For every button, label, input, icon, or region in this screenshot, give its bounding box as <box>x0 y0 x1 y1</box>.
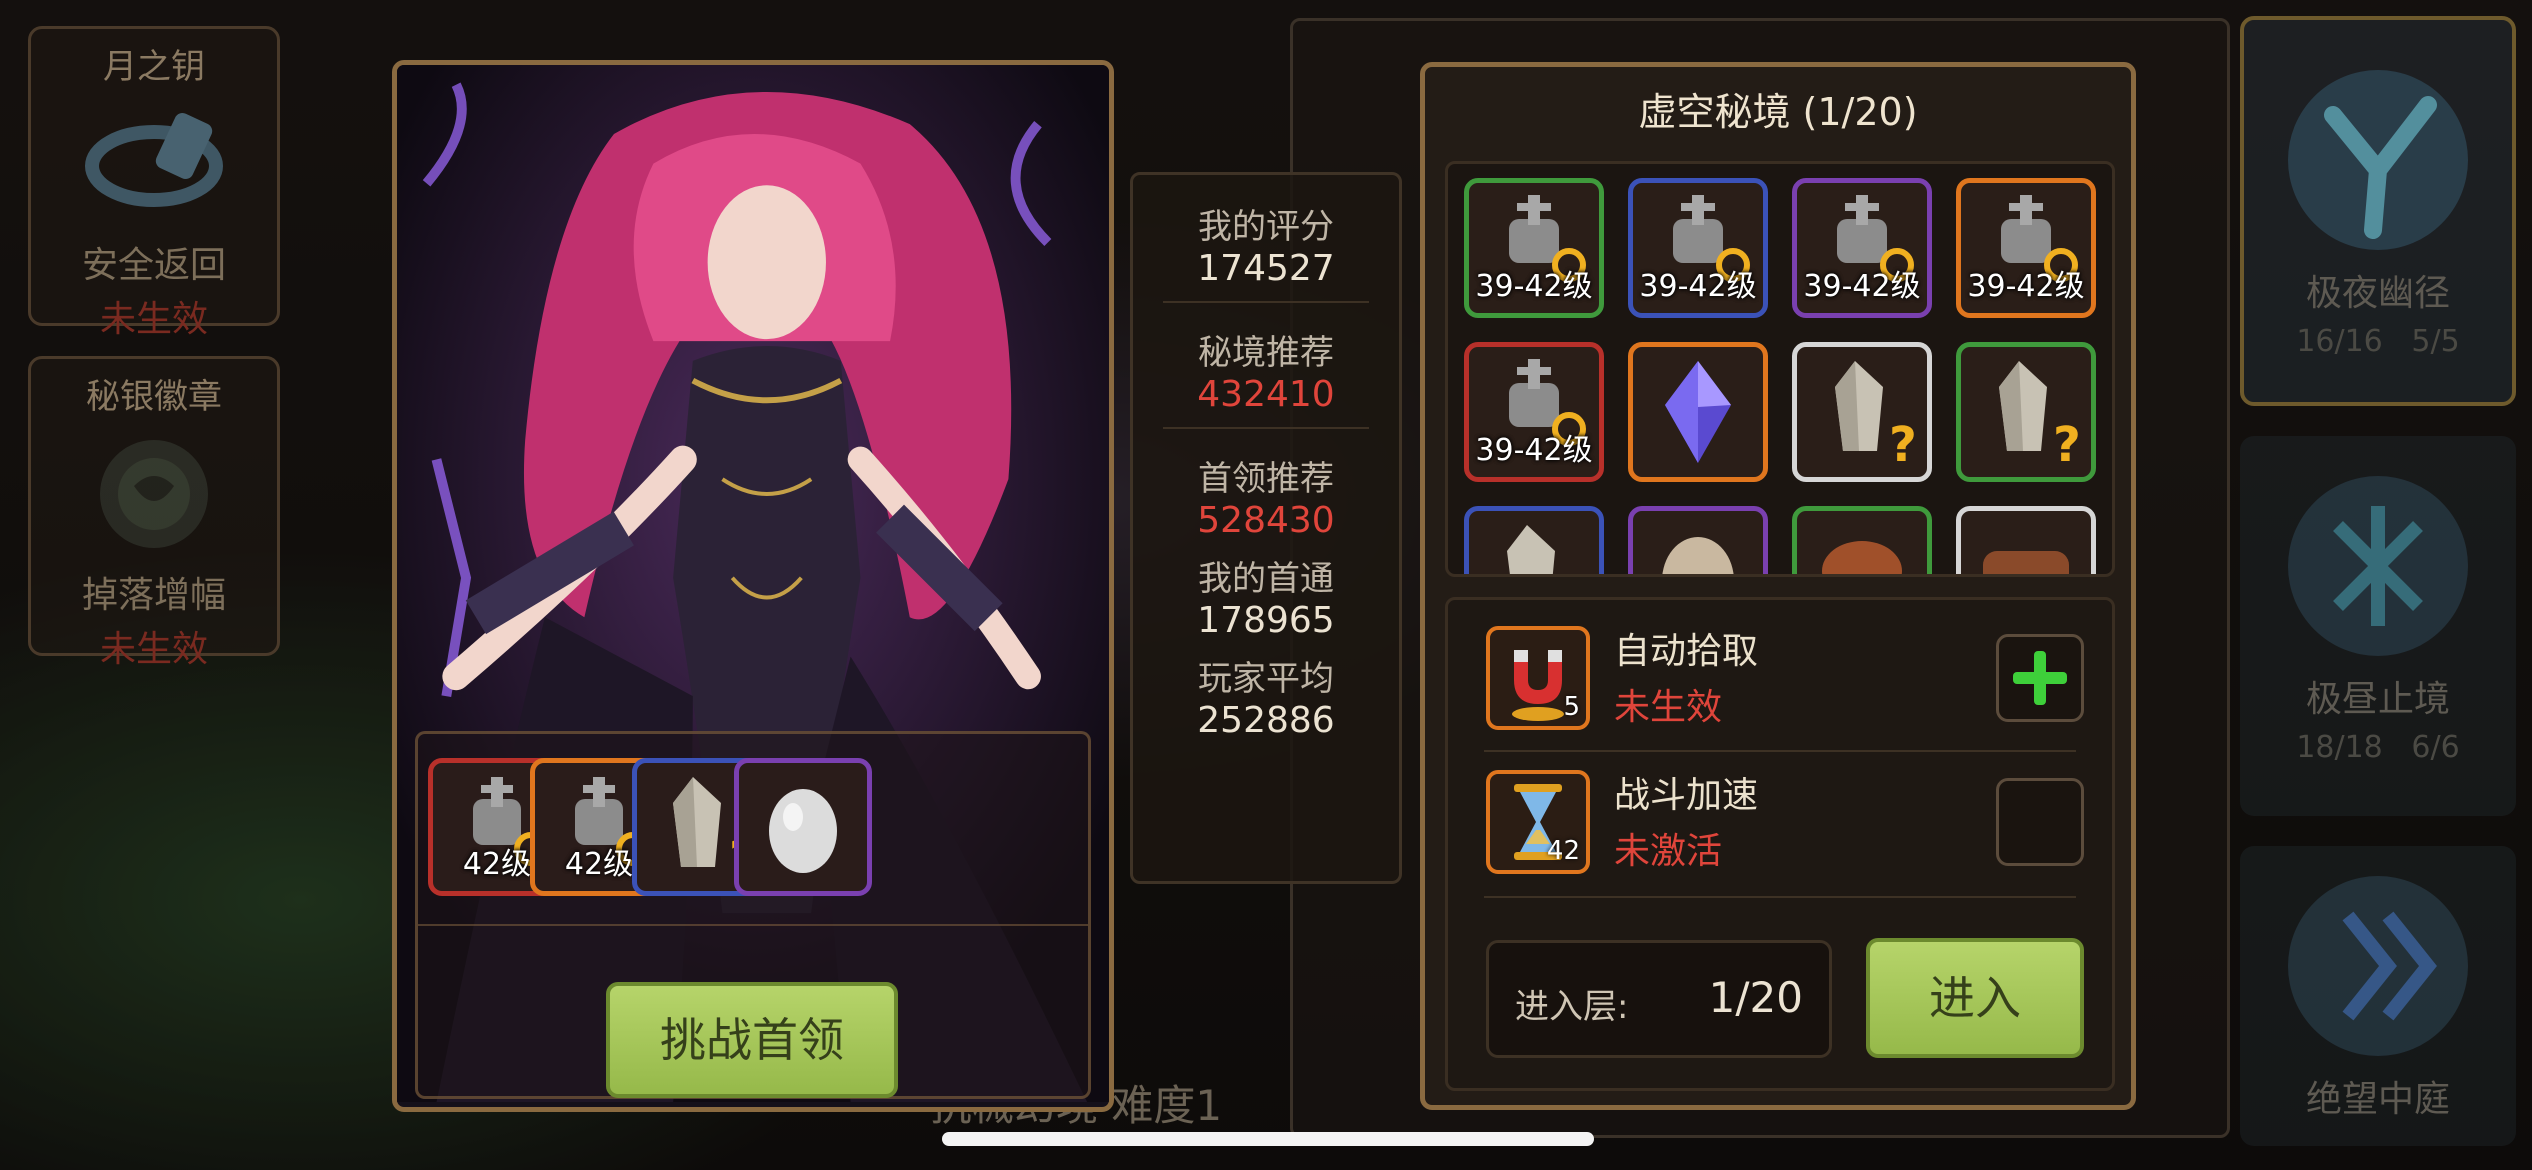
dungeon-card-name: 极夜幽径 <box>2305 273 2450 314</box>
battle-speed-status: 未激活 <box>1614 831 1723 872</box>
dungeon-card-stats: 16/16 5/5 <box>2244 324 2512 359</box>
reward-slot[interactable] <box>1792 506 1932 574</box>
reward-slot[interactable]: 39-42级 <box>1464 342 1604 482</box>
badge-icon <box>100 440 208 548</box>
reward-slot[interactable] <box>1464 506 1604 574</box>
rune-icon <box>2288 876 2468 1056</box>
floor-label: 进入层: <box>1515 987 1629 1027</box>
reward-level-label: 39-42级 <box>1803 269 1921 304</box>
rune-icon <box>2288 70 2468 250</box>
my-first-clear-value: 178965 <box>1197 600 1335 641</box>
svg-text:?: ? <box>1889 417 1917 473</box>
reward-level-label: 39-42级 <box>1475 269 1593 304</box>
crystal-question-icon: ? <box>1999 361 2081 473</box>
purple-gem-icon <box>1665 361 1731 463</box>
dungeon-card-name: 极昼止境 <box>2305 679 2450 720</box>
floor-value: 1/20 <box>1708 973 1803 1022</box>
wood-log-icon <box>1983 551 2069 574</box>
egg-icon <box>769 789 837 873</box>
battle-speed-count: 42 <box>1546 836 1580 866</box>
divider <box>418 924 1088 926</box>
divider <box>1163 301 1369 303</box>
player-average-label: 玩家平均 <box>1198 659 1334 699</box>
my-score-value: 174527 <box>1197 248 1335 289</box>
egg-icon <box>1662 537 1734 574</box>
home-indicator[interactable] <box>942 1132 1594 1146</box>
side-card-label: 安全返回 <box>81 245 226 286</box>
reward-slot[interactable]: 39-42级 <box>1464 178 1604 318</box>
floor-selector[interactable]: 进入层: 1/20 <box>1486 940 1832 1058</box>
side-card-status: 未生效 <box>99 299 208 340</box>
reward-slot[interactable]: 39-42级 <box>1792 178 1932 318</box>
side-card-status: 未生效 <box>99 629 208 670</box>
reward-slot[interactable]: 39-42级 <box>1628 178 1768 318</box>
plus-icon <box>2013 651 2067 705</box>
realm-recommend-value: 432410 <box>1197 374 1335 415</box>
reward-grid[interactable]: 39-42级 39-42级 39-42级 39-42级 39-42级 ? ? <box>1445 161 2115 577</box>
auto-pickup-count: 5 <box>1563 692 1580 722</box>
crystal-question-icon <box>1507 525 1555 574</box>
boss-reward-slot[interactable] <box>734 758 872 896</box>
auto-pickup-title: 自动拾取 <box>1614 631 1759 672</box>
auto-pickup-status: 未生效 <box>1614 687 1723 728</box>
reward-level-label: 39-42级 <box>1639 269 1757 304</box>
auto-pickup-add-button[interactable] <box>1996 634 2084 722</box>
side-card-title: 秘银徽章 <box>86 377 222 417</box>
my-first-clear-label: 我的首通 <box>1198 559 1334 599</box>
reward-slot[interactable] <box>1956 506 2096 574</box>
key-icon <box>85 112 223 207</box>
dungeon-title: 虚空秘境 (1/20) <box>1638 90 1918 134</box>
player-average-value: 252886 <box>1197 700 1335 741</box>
reward-slot[interactable] <box>1628 342 1768 482</box>
divider <box>1163 427 1369 429</box>
reward-slot[interactable] <box>1628 506 1768 574</box>
side-card-label: 掉落增幅 <box>81 575 226 616</box>
boss-recommend-label: 首领推荐 <box>1198 459 1334 499</box>
my-score-label: 我的评分 <box>1198 207 1334 247</box>
dungeon-panel: 虚空秘境 (1/20) 39-42级 39-42级 39-42级 39-42级 … <box>1420 62 2136 1110</box>
reward-slot[interactable]: ? <box>1956 342 2096 482</box>
dungeon-card-polar-night[interactable]: 极夜幽径 16/16 5/5 <box>2240 16 2516 406</box>
boss-progress: 5/5 <box>2411 324 2460 359</box>
boss-rewards-area: 42级 42级 ? 挑战首领 <box>415 731 1091 1099</box>
boss-progress: 6/6 <box>2411 730 2460 765</box>
options-box: 5 自动拾取 未生效 42 战斗加速 未激活 进入层: 1/20 进入 <box>1445 597 2115 1091</box>
divider <box>1484 750 2076 752</box>
dungeon-card-polar-day[interactable]: 极昼止境 18/18 6/6 <box>2240 436 2516 816</box>
reward-slot[interactable]: 39-42级 <box>1956 178 2096 318</box>
side-card-moon-key: 月之钥 安全返回 未生效 <box>28 26 280 340</box>
score-stats-panel: 我的评分 174527 秘境推荐 432410 首领推荐 528430 我的首通… <box>1130 172 1402 884</box>
floor-progress: 18/18 <box>2296 730 2383 765</box>
reward-level-label: 39-42级 <box>1475 433 1593 468</box>
reward-level-label: 39-42级 <box>1967 269 2085 304</box>
realm-recommend-label: 秘境推荐 <box>1198 333 1334 373</box>
dungeon-card-name: 绝望中庭 <box>2305 1079 2450 1120</box>
rune-icon <box>2288 476 2468 656</box>
boss-recommend-value: 528430 <box>1197 500 1335 541</box>
dungeon-card-despair[interactable]: 绝望中庭 <box>2240 846 2516 1146</box>
crystal-question-icon: ? <box>1835 361 1917 473</box>
floor-progress: 16/16 <box>2296 324 2383 359</box>
enter-button[interactable]: 进入 <box>1866 938 2084 1058</box>
auto-pickup-icon: 5 <box>1486 626 1590 730</box>
dungeon-card-stats: 18/18 6/6 <box>2240 730 2516 765</box>
battle-speed-title: 战斗加速 <box>1614 775 1759 816</box>
meat-icon <box>1822 541 1902 574</box>
challenge-boss-button[interactable]: 挑战首领 <box>606 982 898 1098</box>
battle-speed-checkbox[interactable] <box>1996 778 2084 866</box>
boss-panel: 42级 42级 ? 挑战首领 <box>392 60 1114 1112</box>
reward-slot[interactable]: ? <box>1792 342 1932 482</box>
side-card-mithril-badge: 秘银徽章 掉落增幅 未生效 <box>28 356 280 670</box>
svg-text:?: ? <box>2053 417 2081 473</box>
divider <box>1484 896 2076 898</box>
battle-speed-icon: 42 <box>1486 770 1590 874</box>
side-card-title: 月之钥 <box>103 47 205 87</box>
